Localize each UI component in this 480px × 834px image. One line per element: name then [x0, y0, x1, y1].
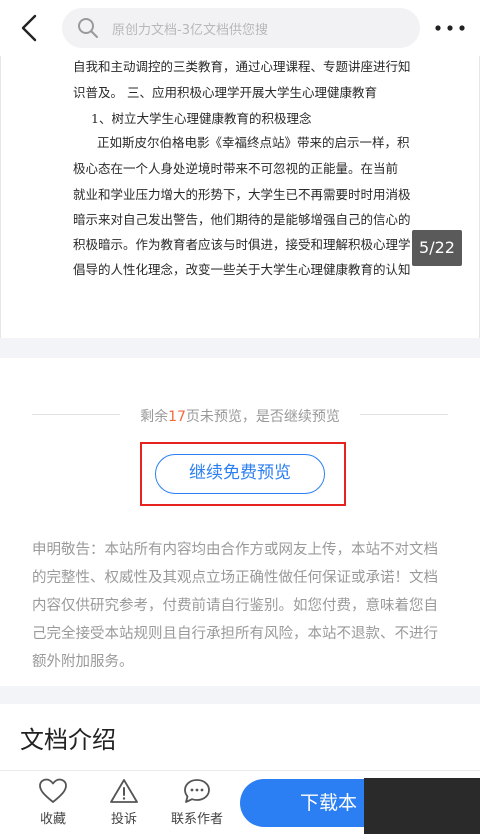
contact-label: 联系作者 — [170, 812, 223, 827]
doc-line: 就业和学业压力增大的形势下，大学生已不再需要时时用消极 — [73, 187, 411, 202]
report-label: 投诉 — [110, 812, 137, 827]
overlay-shade — [364, 778, 480, 834]
search-placeholder: 原创力文档-3亿文档供您搜 — [112, 23, 268, 38]
page-indicator: 5/22 — [412, 230, 462, 266]
section-divider — [0, 686, 480, 704]
doc-line: 积极暗示。作为教育者应该与时俱进，接受和理解积极心理学 — [73, 237, 411, 252]
doc-line: 1、树立大学生心理健康教育的积极理念 — [91, 111, 312, 126]
remain-count: 17 — [168, 409, 186, 425]
warning-icon — [89, 777, 159, 805]
favorite-button[interactable]: 收藏 — [18, 777, 88, 827]
doc-line: 正如斯皮尔伯格电影《幸福终点站》带来的启示一样，积 — [97, 135, 410, 150]
search-bar[interactable]: 原创力文档-3亿文档供您搜 — [62, 8, 420, 48]
report-button[interactable]: 投诉 — [89, 777, 159, 827]
document-intro-heading: 文档介绍 — [20, 726, 116, 754]
contact-author-button[interactable]: 联系作者 — [162, 777, 232, 827]
doc-line: 自我和主动调控的三类教育，通过心理课程、专题讲座进行知 — [73, 59, 411, 74]
preview-section: 剩余17页未预览，是否继续预览 继续免费预览 申明敬告：本站所有内容均由合作方或… — [0, 358, 480, 686]
disclaimer-notice: 申明敬告：本站所有内容均由合作方或网友上传，本站不对文档的完整性、权威性及其观点… — [32, 542, 438, 670]
back-arrow-icon[interactable] — [14, 12, 46, 44]
doc-line: 暗示来对自己发出警告，他们期待的是能够增强自己的信心的 — [73, 212, 411, 227]
search-icon — [76, 16, 100, 40]
chat-bubble-icon — [162, 777, 232, 805]
doc-line: 极心态在一个人身处逆境时带来不可忽视的正能量。在当前 — [73, 161, 399, 176]
remain-prefix: 剩余 — [140, 409, 169, 425]
document-page: 自我和主动调控的三类教育，通过心理课程、专题讲座进行知 识普及。 三、应用积极心… — [0, 56, 480, 338]
doc-line: 倡导的人性化理念，改变一些关于大学生心理健康教育的认知 — [73, 262, 411, 277]
continue-free-preview-button[interactable]: 继续免费预览 — [155, 454, 325, 494]
top-bar: 原创力文档-3亿文档供您搜 — [0, 0, 480, 56]
more-options-icon[interactable] — [432, 16, 468, 40]
remain-suffix: 页未预览，是否继续预览 — [185, 409, 340, 425]
remaining-pages-text: 剩余17页未预览，是否继续预览 — [0, 406, 480, 426]
doc-line: 识普及。 三、应用积极心理学开展大学生心理健康教育 — [73, 85, 377, 100]
favorite-label: 收藏 — [39, 812, 66, 827]
section-divider — [0, 338, 480, 358]
heart-icon — [18, 777, 88, 805]
